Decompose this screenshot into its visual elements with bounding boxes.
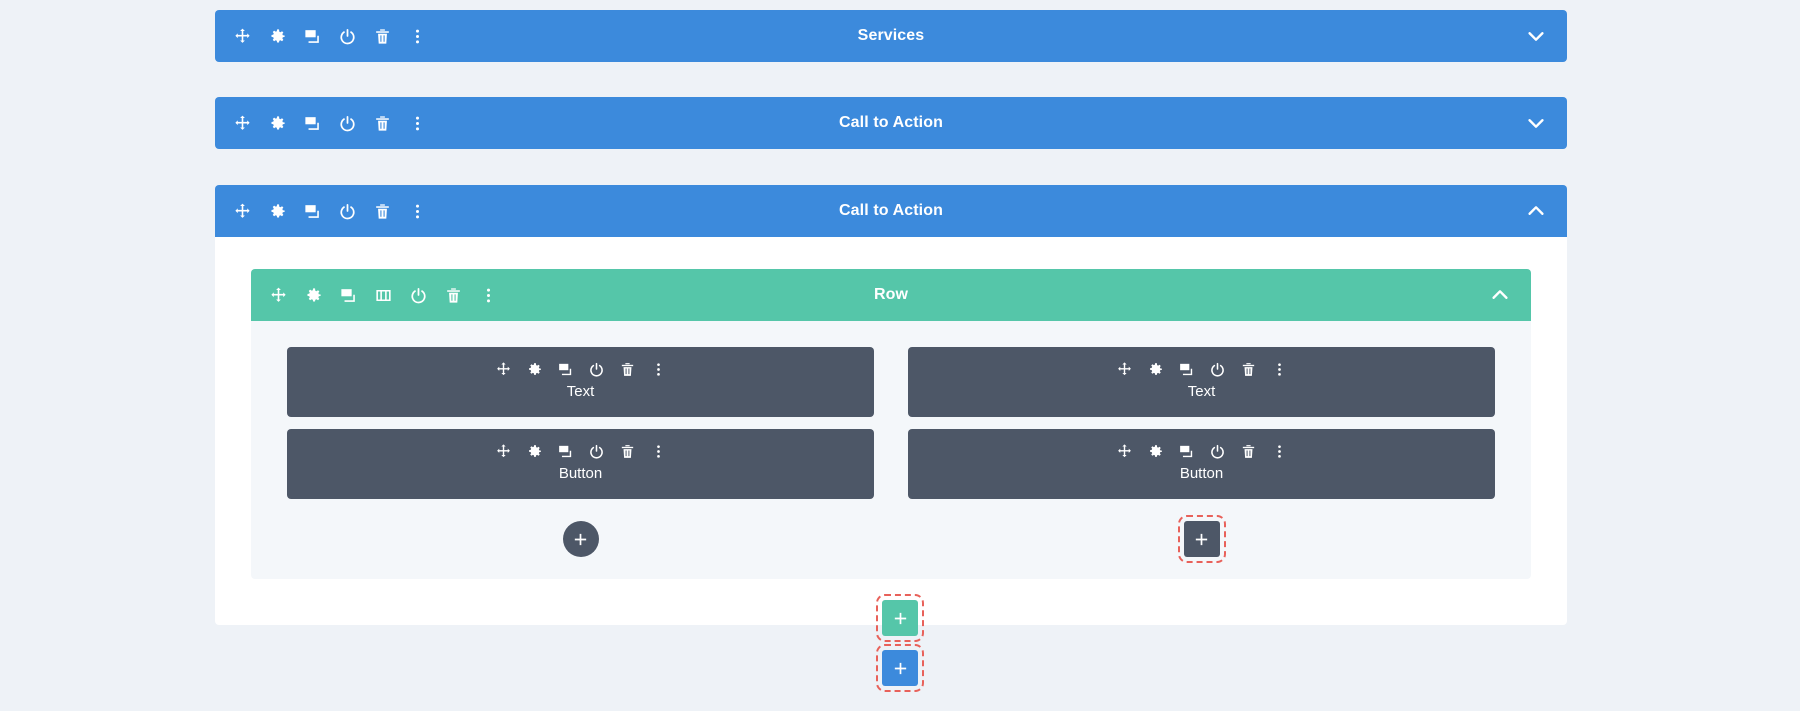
chevron-up-icon[interactable] — [1489, 284, 1511, 306]
move-icon[interactable] — [269, 286, 288, 305]
power-toggle-icon[interactable] — [338, 114, 357, 133]
gear-icon[interactable] — [526, 361, 543, 378]
row-container: Row — [251, 269, 1531, 579]
row-header[interactable]: Row — [251, 269, 1531, 321]
chevron-down-icon[interactable] — [1525, 112, 1547, 134]
module-label: Text — [287, 383, 874, 401]
plus-icon — [572, 531, 589, 548]
power-toggle-icon[interactable] — [1209, 443, 1226, 460]
move-icon[interactable] — [495, 361, 512, 378]
module-button[interactable]: Button — [908, 429, 1495, 499]
add-module-wrap-1 — [563, 521, 599, 557]
power-toggle-icon[interactable] — [1209, 361, 1226, 378]
plus-icon — [892, 660, 909, 677]
move-icon[interactable] — [233, 114, 252, 133]
chevron-up-icon[interactable] — [1525, 200, 1547, 222]
section-body: Row — [215, 237, 1567, 625]
move-icon[interactable] — [233, 27, 252, 46]
module-label: Text — [908, 383, 1495, 401]
column-1: Text — [287, 347, 874, 563]
columns-icon[interactable] — [374, 286, 393, 305]
trash-icon[interactable] — [373, 202, 392, 221]
section-toolbar — [215, 27, 427, 46]
trash-icon[interactable] — [1240, 443, 1257, 460]
column-2: Text — [908, 347, 1495, 563]
gear-icon[interactable] — [1147, 443, 1164, 460]
module-toolbar — [287, 443, 874, 460]
power-toggle-icon[interactable] — [338, 202, 357, 221]
add-module-wrap-2 — [1184, 521, 1220, 557]
more-options-icon[interactable] — [408, 202, 427, 221]
duplicate-icon[interactable] — [303, 202, 322, 221]
duplicate-icon[interactable] — [303, 114, 322, 133]
move-icon[interactable] — [495, 443, 512, 460]
duplicate-icon[interactable] — [557, 361, 574, 378]
add-module-button[interactable] — [563, 521, 599, 557]
move-icon[interactable] — [1116, 361, 1133, 378]
plus-icon — [1193, 531, 1210, 548]
gear-icon[interactable] — [526, 443, 543, 460]
gear-icon[interactable] — [304, 286, 323, 305]
power-toggle-icon[interactable] — [588, 361, 605, 378]
duplicate-icon[interactable] — [1178, 443, 1195, 460]
module-label: Button — [287, 465, 874, 483]
power-toggle-icon[interactable] — [409, 286, 428, 305]
move-icon[interactable] — [1116, 443, 1133, 460]
more-options-icon[interactable] — [1271, 443, 1288, 460]
gear-icon[interactable] — [1147, 361, 1164, 378]
section-toolbar — [215, 202, 427, 221]
section-services: Services — [215, 10, 1567, 62]
gear-icon[interactable] — [268, 27, 287, 46]
trash-icon[interactable] — [373, 27, 392, 46]
bottom-add-actions — [882, 600, 918, 686]
more-options-icon[interactable] — [408, 27, 427, 46]
section-header-call-to-action-2[interactable]: Call to Action — [215, 185, 1567, 237]
plus-icon — [892, 610, 909, 627]
gear-icon[interactable] — [268, 202, 287, 221]
module-text[interactable]: Text — [287, 347, 874, 417]
row-body: Text — [251, 321, 1531, 579]
trash-icon[interactable] — [619, 443, 636, 460]
module-text[interactable]: Text — [908, 347, 1495, 417]
row-toolbar — [251, 286, 498, 305]
more-options-icon[interactable] — [408, 114, 427, 133]
move-icon[interactable] — [233, 202, 252, 221]
duplicate-icon[interactable] — [303, 27, 322, 46]
chevron-down-icon[interactable] — [1525, 25, 1547, 47]
more-options-icon[interactable] — [1271, 361, 1288, 378]
section-header-call-to-action-1[interactable]: Call to Action — [215, 97, 1567, 149]
more-options-icon[interactable] — [650, 361, 667, 378]
section-call-to-action-2: Call to Action Row — [215, 185, 1567, 625]
module-toolbar — [287, 361, 874, 378]
trash-icon[interactable] — [619, 361, 636, 378]
section-header-services[interactable]: Services — [215, 10, 1567, 62]
more-options-icon[interactable] — [650, 443, 667, 460]
add-module-button[interactable] — [1184, 521, 1220, 557]
section-call-to-action-1: Call to Action — [215, 97, 1567, 149]
module-toolbar — [908, 361, 1495, 378]
trash-icon[interactable] — [1240, 361, 1257, 378]
add-row-button[interactable] — [882, 600, 918, 636]
page-builder-canvas: Services Call to Action — [0, 0, 1800, 711]
module-label: Button — [908, 465, 1495, 483]
section-toolbar — [215, 114, 427, 133]
duplicate-icon[interactable] — [557, 443, 574, 460]
column-set: Text — [287, 347, 1495, 563]
power-toggle-icon[interactable] — [338, 27, 357, 46]
power-toggle-icon[interactable] — [588, 443, 605, 460]
more-options-icon[interactable] — [479, 286, 498, 305]
duplicate-icon[interactable] — [339, 286, 358, 305]
trash-icon[interactable] — [444, 286, 463, 305]
trash-icon[interactable] — [373, 114, 392, 133]
module-toolbar — [908, 443, 1495, 460]
add-section-button[interactable] — [882, 650, 918, 686]
gear-icon[interactable] — [268, 114, 287, 133]
module-button[interactable]: Button — [287, 429, 874, 499]
duplicate-icon[interactable] — [1178, 361, 1195, 378]
